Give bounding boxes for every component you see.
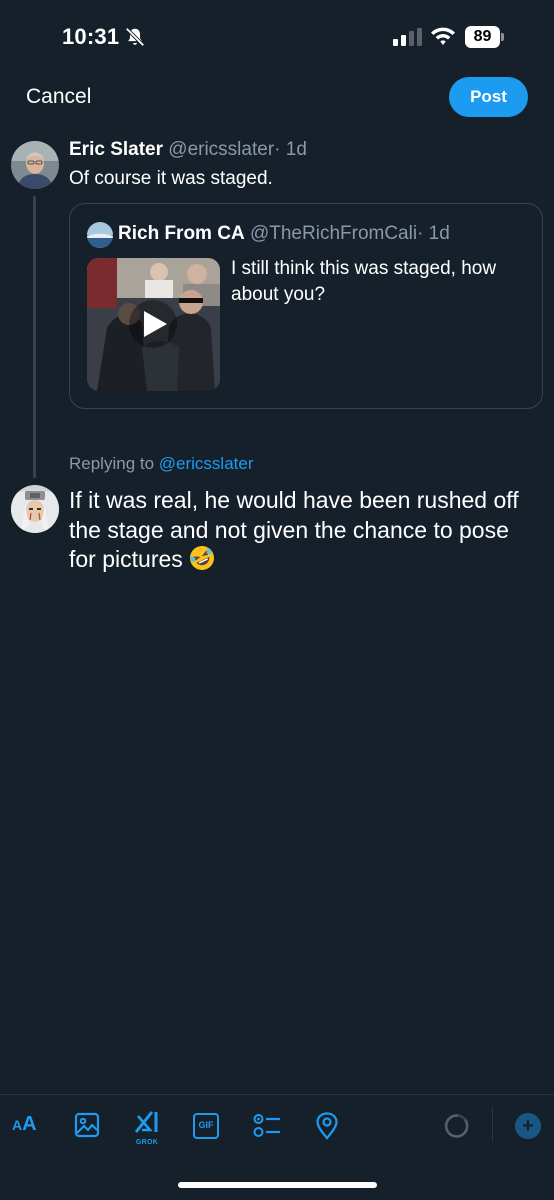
grok-icon[interactable]: GROK (132, 1110, 162, 1146)
tweet-header: Eric Slater @ericsslater· 1d (69, 139, 307, 161)
text-size-icon[interactable]: AA (12, 1113, 37, 1136)
grok-label: GROK (135, 1139, 159, 1146)
status-bar: 10:31 89 (0, 0, 554, 76)
tweet-text: Of course it was staged. (69, 168, 273, 189)
quoted-author-name: Rich From CA (118, 223, 245, 244)
avatar-current-user[interactable] (11, 485, 59, 533)
quoted-tweet-header: Rich From CA @TheRichFromCali· 1d (118, 223, 450, 245)
toolbar-vertical-divider (492, 1108, 493, 1142)
thread-line (33, 196, 36, 478)
signal-icon (393, 28, 422, 46)
replying-to-mention[interactable]: @ericsslater (159, 454, 254, 473)
post-button[interactable]: Post (449, 77, 528, 117)
bell-off-icon (125, 27, 145, 47)
location-icon[interactable] (315, 1112, 339, 1140)
character-count-ring (444, 1114, 469, 1138)
text-size-big: A (22, 1113, 37, 1135)
gif-icon[interactable]: GIF (193, 1113, 219, 1139)
grok-logo-icon (134, 1111, 158, 1133)
wifi-icon (431, 27, 455, 45)
reply-compose-text[interactable]: If it was real, he would have been rushe… (69, 486, 539, 575)
cancel-button[interactable]: Cancel (26, 85, 91, 109)
image-icon[interactable] (74, 1112, 100, 1138)
text-size-small: A (12, 1117, 23, 1133)
add-post-icon[interactable]: + (515, 1113, 541, 1139)
gif-label: GIF (198, 1120, 214, 1130)
tweet-time: · 1d (274, 139, 307, 160)
quoted-author-handle: @TheRichFromCali (249, 223, 418, 244)
battery-icon: 89 (465, 26, 504, 48)
quoted-video-thumbnail[interactable] (87, 258, 220, 391)
author-name[interactable]: Eric Slater (69, 139, 163, 160)
poll-icon[interactable] (253, 1113, 281, 1139)
battery-tip (501, 33, 504, 41)
avatar-rich-from-ca (87, 222, 113, 248)
toolbar-divider (0, 1094, 554, 1095)
replying-to: Replying to @ericsslater (69, 454, 254, 474)
home-indicator (178, 1182, 377, 1188)
reply-text: If it was real, he would have been rushe… (69, 487, 519, 572)
quoted-tweet-text: I still think this was staged, how about… (231, 258, 497, 305)
quoted-tweet-card[interactable]: Rich From CA @TheRichFromCali· 1d I stil… (69, 203, 543, 409)
avatar-eric-slater[interactable] (11, 141, 59, 189)
replying-prefix: Replying to (69, 454, 159, 473)
quoted-tweet-time: · 1d (417, 223, 450, 244)
author-handle[interactable]: @ericsslater (168, 139, 274, 160)
battery-level: 89 (465, 26, 500, 48)
status-time: 10:31 (62, 24, 120, 49)
rofl-emoji-icon (190, 546, 215, 570)
